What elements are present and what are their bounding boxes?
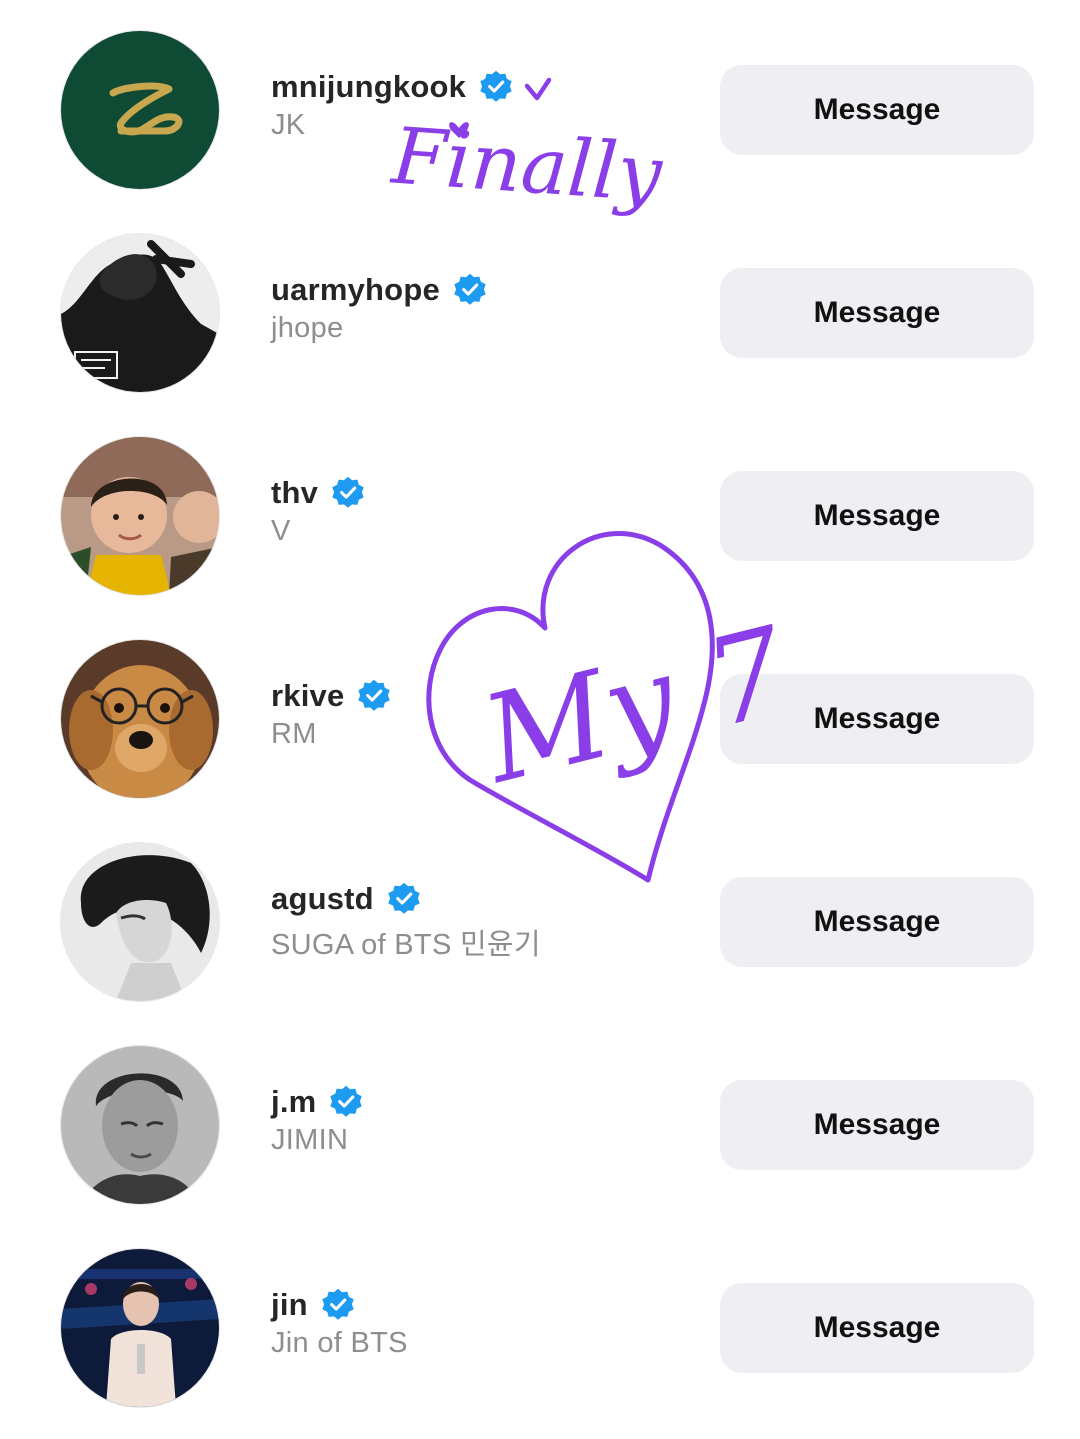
message-button[interactable]: Message <box>720 65 1034 155</box>
full-name: JK <box>271 109 306 141</box>
message-button[interactable]: Message <box>720 268 1034 358</box>
username[interactable]: mnijungkook <box>271 69 466 105</box>
full-name: V <box>271 515 291 547</box>
full-name: Jin of BTS <box>271 1327 408 1359</box>
verified-badge-icon <box>328 1084 364 1120</box>
full-name: RM <box>271 718 317 750</box>
list-item[interactable]: mnijungkook JK Message <box>0 31 1080 191</box>
full-name: jhope <box>271 312 344 344</box>
message-button[interactable]: Message <box>720 1283 1034 1373</box>
list-item[interactable]: j.m JIMIN Message <box>0 1046 1080 1206</box>
verified-badge-icon <box>478 69 514 105</box>
list-item[interactable]: agustd SUGA of BTS 민윤기 Message <box>0 843 1080 1003</box>
full-name: SUGA of BTS 민윤기 <box>271 929 541 961</box>
username[interactable]: uarmyhope <box>271 272 440 308</box>
verified-badge-icon <box>330 475 366 511</box>
username[interactable]: thv <box>271 475 318 511</box>
avatar[interactable] <box>61 31 219 189</box>
avatar[interactable] <box>61 437 219 595</box>
username[interactable]: agustd <box>271 881 374 917</box>
list-item[interactable]: rkive RM Message <box>0 640 1080 800</box>
message-button[interactable]: Message <box>720 877 1034 967</box>
username[interactable]: j.m <box>271 1084 316 1120</box>
verified-badge-icon <box>452 272 488 308</box>
message-button[interactable]: Message <box>720 674 1034 764</box>
avatar[interactable] <box>61 1046 219 1204</box>
avatar[interactable] <box>61 843 219 1001</box>
verified-badge-icon <box>320 1287 356 1323</box>
avatar[interactable] <box>61 1249 219 1407</box>
message-button[interactable]: Message <box>720 1080 1034 1170</box>
list-item[interactable]: thv V Message <box>0 437 1080 597</box>
username[interactable]: jin <box>271 1287 308 1323</box>
message-button[interactable]: Message <box>720 471 1034 561</box>
avatar[interactable] <box>61 234 219 392</box>
full-name: JIMIN <box>271 1124 349 1156</box>
list-item[interactable]: jin Jin of BTS Message <box>0 1249 1080 1409</box>
username[interactable]: rkive <box>271 678 344 714</box>
verified-badge-icon <box>356 678 392 714</box>
verified-badge-icon <box>386 881 422 917</box>
avatar[interactable] <box>61 640 219 798</box>
list-item[interactable]: uarmyhope jhope Message <box>0 234 1080 394</box>
